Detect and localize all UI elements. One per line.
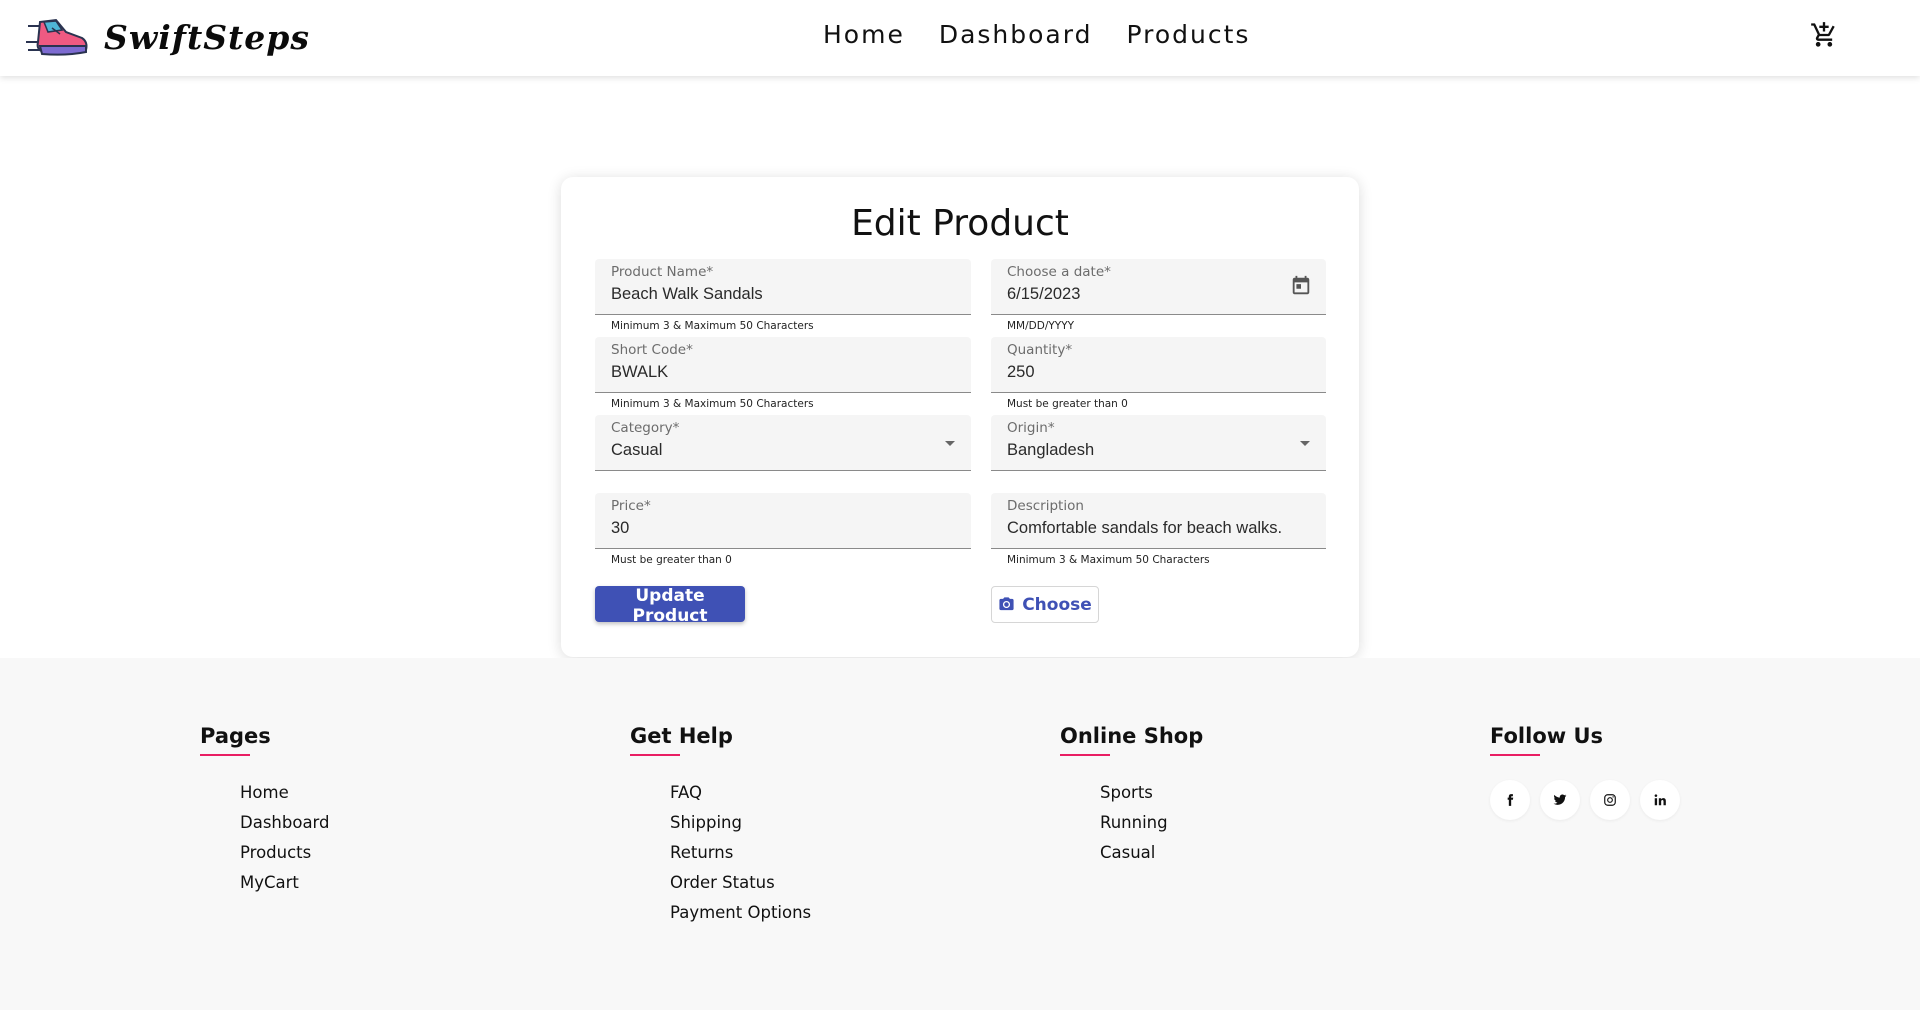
origin-value: Bangladesh xyxy=(1007,441,1095,459)
edit-product-card: Edit Product Product Name* Beach Walk Sa… xyxy=(561,177,1359,657)
description-value: Comfortable sandals for beach walks. xyxy=(1007,519,1283,537)
origin-select[interactable]: Origin* Bangladesh xyxy=(991,415,1326,471)
brand-name: SwiftSteps xyxy=(104,17,310,57)
choose-label: Choose xyxy=(1022,594,1092,615)
calendar-icon[interactable] xyxy=(1290,275,1312,297)
product-name-value: Beach Walk Sandals xyxy=(611,285,763,303)
date-label: Choose a date* xyxy=(1007,264,1111,280)
site-footer: Pages Home Dashboard Products MyCart Get… xyxy=(0,658,1920,1010)
short-code-value: BWALK xyxy=(611,363,669,381)
footer-link-returns[interactable]: Returns xyxy=(670,838,811,868)
footer-link-running[interactable]: Running xyxy=(1100,808,1203,838)
quantity-label: Quantity* xyxy=(1007,342,1073,358)
footer-shop-col: Online Shop Sports Running Casual xyxy=(1060,724,1203,868)
footer-link-dashboard[interactable]: Dashboard xyxy=(240,808,330,838)
footer-help-heading: Get Help xyxy=(630,724,811,756)
product-name-field[interactable]: Product Name* Beach Walk Sandals xyxy=(595,259,971,315)
category-dropdown-arrow-icon xyxy=(945,441,955,446)
price-field[interactable]: Price* 30 xyxy=(595,493,971,549)
page-title: Edit Product xyxy=(851,203,1069,244)
origin-dropdown-arrow-icon xyxy=(1300,441,1310,446)
footer-link-products[interactable]: Products xyxy=(240,838,330,868)
description-field[interactable]: Description Comfortable sandals for beac… xyxy=(991,493,1326,549)
origin-label: Origin* xyxy=(1007,420,1055,436)
footer-link-faq[interactable]: FAQ xyxy=(670,778,811,808)
short-code-label: Short Code* xyxy=(611,342,693,358)
update-product-button[interactable]: Update Product xyxy=(595,586,745,626)
footer-help-col: Get Help FAQ Shipping Returns Order Stat… xyxy=(630,724,811,928)
date-value: 6/15/2023 xyxy=(1007,285,1081,303)
cart-icon[interactable] xyxy=(1810,21,1838,49)
footer-pages-heading: Pages xyxy=(200,724,330,756)
product-name-label: Product Name* xyxy=(611,264,714,280)
footer-help-list: FAQ Shipping Returns Order Status Paymen… xyxy=(670,778,811,928)
footer-pages-list: Home Dashboard Products MyCart xyxy=(240,778,330,898)
footer-follow-col: Follow Us xyxy=(1490,724,1680,820)
date-hint: MM/DD/YYYY xyxy=(1007,320,1075,332)
product-name-hint: Minimum 3 & Maximum 50 Characters xyxy=(611,320,814,332)
choose-image-button[interactable]: Choose xyxy=(991,586,1099,623)
footer-follow-heading: Follow Us xyxy=(1490,724,1680,756)
footer-link-order-status[interactable]: Order Status xyxy=(670,868,811,898)
price-hint: Must be greater than 0 xyxy=(611,554,732,566)
main-nav: Home Dashboard Products xyxy=(823,20,1250,49)
footer-shop-list: Sports Running Casual xyxy=(1100,778,1203,868)
instagram-icon[interactable] xyxy=(1590,780,1630,820)
footer-pages-col: Pages Home Dashboard Products MyCart xyxy=(200,724,330,898)
nav-products[interactable]: Products xyxy=(1126,20,1250,49)
price-label: Price* xyxy=(611,498,651,514)
nav-dashboard[interactable]: Dashboard xyxy=(939,20,1093,49)
top-navbar: SwiftSteps Home Dashboard Products xyxy=(0,0,1920,76)
footer-link-payment-options[interactable]: Payment Options xyxy=(670,898,811,928)
brand[interactable]: SwiftSteps xyxy=(26,12,310,62)
facebook-icon[interactable] xyxy=(1490,780,1530,820)
short-code-field[interactable]: Short Code* BWALK xyxy=(595,337,971,393)
quantity-value: 250 xyxy=(1007,363,1035,381)
date-field[interactable]: Choose a date* 6/15/2023 xyxy=(991,259,1326,315)
social-links xyxy=(1490,780,1680,820)
footer-shop-heading: Online Shop xyxy=(1060,724,1203,756)
category-select[interactable]: Category* Casual xyxy=(595,415,971,471)
sneaker-logo-icon xyxy=(26,18,88,56)
category-value: Casual xyxy=(611,441,663,459)
footer-link-casual[interactable]: Casual xyxy=(1100,838,1203,868)
twitter-icon[interactable] xyxy=(1540,780,1580,820)
price-value: 30 xyxy=(611,519,630,537)
camera-icon xyxy=(999,597,1014,611)
quantity-hint: Must be greater than 0 xyxy=(1007,398,1128,410)
footer-link-mycart[interactable]: MyCart xyxy=(240,868,330,898)
short-code-hint: Minimum 3 & Maximum 50 Characters xyxy=(611,398,814,410)
footer-link-sports[interactable]: Sports xyxy=(1100,778,1203,808)
category-label: Category* xyxy=(611,420,680,436)
description-hint: Minimum 3 & Maximum 50 Characters xyxy=(1007,554,1210,566)
footer-link-shipping[interactable]: Shipping xyxy=(670,808,811,838)
quantity-field[interactable]: Quantity* 250 xyxy=(991,337,1326,393)
description-label: Description xyxy=(1007,498,1084,514)
footer-link-home[interactable]: Home xyxy=(240,778,330,808)
nav-home[interactable]: Home xyxy=(823,20,905,49)
linkedin-icon[interactable] xyxy=(1640,780,1680,820)
